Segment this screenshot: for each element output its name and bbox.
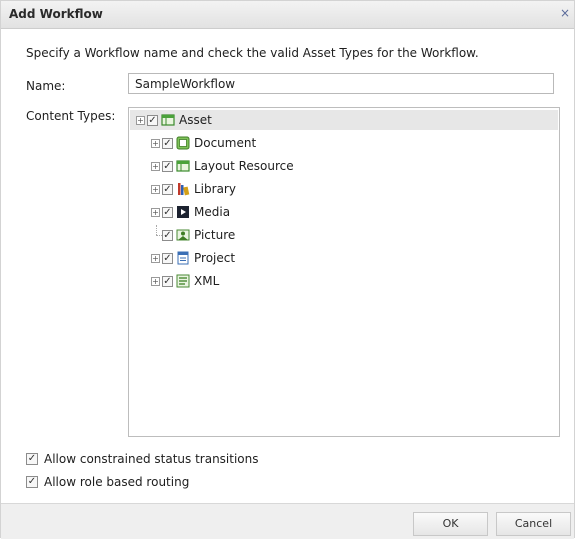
- checkbox-xml[interactable]: ✓: [162, 275, 173, 287]
- role-routing-label: Allow role based routing: [44, 475, 190, 489]
- tree-label-project: Project: [194, 251, 236, 265]
- role-routing-option[interactable]: ✓ Allow role based routing: [26, 475, 189, 489]
- asset-icon: [161, 114, 175, 126]
- library-icon: [178, 183, 190, 196]
- dialog-footer: OK Cancel: [1, 503, 574, 539]
- expand-icon[interactable]: +: [151, 138, 160, 148]
- tree-label-picture: Picture: [194, 228, 236, 242]
- tree-label-library: Library: [194, 182, 236, 196]
- dialog-titlebar[interactable]: Add Workflow ×: [1, 1, 574, 29]
- dialog-title: Add Workflow: [9, 7, 103, 21]
- document-icon: [176, 136, 190, 150]
- constrained-transitions-checkbox[interactable]: ✓: [26, 453, 38, 465]
- expand-icon[interactable]: +: [151, 207, 160, 217]
- add-workflow-dialog: Add Workflow × Specify a Workflow name a…: [0, 0, 575, 539]
- tree-node-media[interactable]: + ✓ Media: [151, 202, 230, 222]
- picture-icon: [176, 229, 190, 241]
- collapse-icon[interactable]: +: [136, 115, 145, 125]
- constrained-transitions-option[interactable]: ✓ Allow constrained status transitions: [26, 452, 259, 466]
- expand-icon[interactable]: +: [151, 184, 160, 194]
- media-icon: [177, 206, 189, 218]
- tree-node-project[interactable]: + ✓ Project: [151, 248, 235, 268]
- checkbox-project[interactable]: ✓: [162, 252, 173, 264]
- tree-node-asset[interactable]: + ✓ Asset: [130, 110, 558, 130]
- tree-node-xml[interactable]: + ✓ XML: [151, 271, 219, 291]
- tree-node-document[interactable]: + ✓ Document: [151, 133, 256, 153]
- xml-icon: [176, 274, 190, 288]
- tree-node-layout-resource[interactable]: + ✓ Layout Resource: [151, 156, 294, 176]
- role-routing-checkbox[interactable]: ✓: [26, 476, 38, 488]
- checkbox-media[interactable]: ✓: [162, 206, 173, 218]
- tree-node-library[interactable]: + ✓ Library: [151, 179, 236, 199]
- project-icon: [177, 251, 189, 265]
- expand-icon[interactable]: +: [151, 276, 160, 286]
- name-label: Name:: [26, 79, 66, 93]
- close-icon[interactable]: ×: [558, 6, 572, 20]
- ok-button[interactable]: OK: [413, 512, 488, 536]
- tree-label-layout-resource: Layout Resource: [194, 159, 294, 173]
- constrained-transitions-label: Allow constrained status transitions: [44, 452, 259, 466]
- content-types-label: Content Types:: [26, 109, 116, 123]
- content-types-tree[interactable]: + ✓ Asset + ✓ Document + ✓ Layout Resour…: [128, 107, 560, 437]
- tree-connector: [151, 224, 162, 240]
- layout-resource-icon: [176, 160, 190, 172]
- checkbox-asset[interactable]: ✓: [147, 114, 158, 126]
- checkbox-picture[interactable]: ✓: [162, 229, 173, 241]
- instruction-text: Specify a Workflow name and check the va…: [26, 46, 479, 60]
- tree-label-asset: Asset: [179, 113, 212, 127]
- expand-icon[interactable]: +: [151, 253, 160, 263]
- tree-node-picture[interactable]: ✓ Picture: [151, 224, 236, 245]
- tree-label-media: Media: [194, 205, 231, 219]
- expand-icon[interactable]: +: [151, 161, 160, 171]
- checkbox-library[interactable]: ✓: [162, 183, 173, 195]
- checkbox-document[interactable]: ✓: [162, 137, 173, 149]
- cancel-button[interactable]: Cancel: [496, 512, 571, 536]
- tree-label-document: Document: [194, 136, 257, 150]
- tree-label-xml: XML: [194, 274, 220, 288]
- workflow-name-input[interactable]: [128, 73, 554, 94]
- checkbox-layout-resource[interactable]: ✓: [162, 160, 173, 172]
